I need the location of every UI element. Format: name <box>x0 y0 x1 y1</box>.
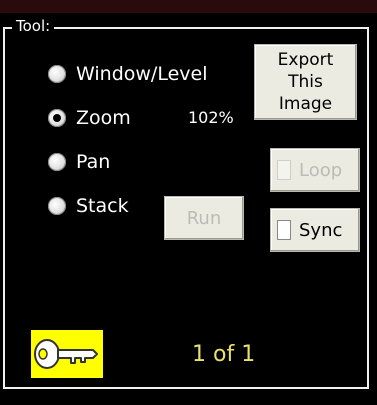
radio-window-level[interactable]: Window/Level <box>48 60 207 88</box>
radio-label-stack: Stack <box>76 195 129 217</box>
export-label-line1: Export <box>277 50 334 70</box>
radio-label-pan: Pan <box>76 151 111 173</box>
loop-toggle-button[interactable]: Loop <box>270 148 360 192</box>
zoom-level-value: 102% <box>188 108 234 127</box>
export-label-line2: This <box>288 72 323 92</box>
radio-pan[interactable]: Pan <box>48 148 110 176</box>
sync-label: Sync <box>299 219 343 241</box>
export-label-line3: Image <box>278 94 333 114</box>
key-icon[interactable] <box>31 330 103 378</box>
run-button[interactable]: Run <box>164 196 244 240</box>
export-image-button[interactable]: Export This Image <box>254 44 357 120</box>
title-bar-strip <box>0 0 377 13</box>
radio-stack[interactable]: Stack <box>48 192 129 220</box>
key-icon-graphic <box>34 339 98 369</box>
image-counter: 1 of 1 <box>192 342 256 367</box>
radio-button-icon[interactable] <box>48 153 66 171</box>
sync-toggle-button[interactable]: Sync <box>270 208 360 252</box>
radio-label-zoom: Zoom <box>76 107 131 129</box>
loop-label: Loop <box>299 159 343 181</box>
radio-zoom[interactable]: Zoom <box>48 104 131 132</box>
sync-checkbox[interactable] <box>277 220 291 240</box>
radio-button-icon[interactable] <box>48 197 66 215</box>
radio-button-icon[interactable] <box>48 65 66 83</box>
radio-label-window-level: Window/Level <box>76 63 208 85</box>
loop-checkbox[interactable] <box>277 160 291 180</box>
tool-group-title: Tool: <box>12 16 55 36</box>
radio-button-checked-icon[interactable] <box>48 109 66 127</box>
